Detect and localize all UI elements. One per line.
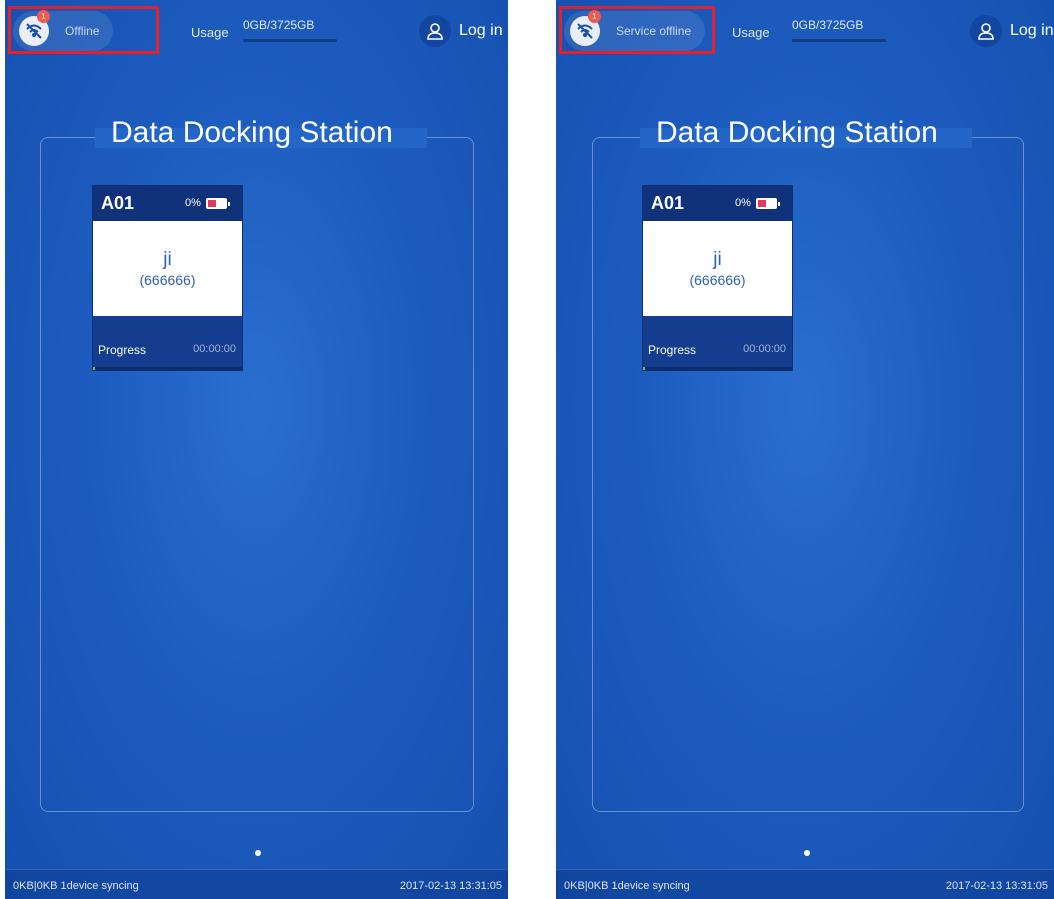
- highlight-box: [8, 6, 159, 54]
- login-label: Log in: [459, 22, 503, 39]
- battery-icon: [756, 198, 780, 209]
- usage-bar: [243, 39, 337, 42]
- battery-percent: 0%: [185, 197, 201, 209]
- highlight-box: [559, 6, 715, 54]
- progress-label: Progress: [648, 343, 697, 357]
- usage-label: Usage: [732, 25, 770, 40]
- device-user-code: (666666): [139, 271, 196, 288]
- sync-status: 0KB|0KB 1device syncing: [13, 880, 139, 892]
- device-user-code: (666666): [689, 271, 746, 288]
- login-label: Log in: [1010, 22, 1054, 39]
- battery-icon: [206, 198, 230, 209]
- status-footer: 0KB|0KB 1device syncing 2017-02-13 13:31…: [5, 869, 508, 899]
- battery-percent: 0%: [735, 197, 751, 209]
- progress-label: Progress: [98, 343, 147, 357]
- page-title: Data Docking Station: [656, 116, 938, 149]
- usage-value: 0GB/3725GB: [243, 18, 315, 32]
- progress-bar: [93, 367, 242, 370]
- usage-value: 0GB/3725GB: [792, 18, 864, 32]
- sync-status: 0KB|0KB 1device syncing: [564, 880, 690, 892]
- device-card[interactable]: A01 0% ji (666666) Progress 00:00:00: [92, 185, 243, 371]
- card-header: A01 0%: [643, 186, 792, 221]
- screen-left: 1 Offline Usage 0GB/3725GB Log in Data D…: [5, 0, 508, 899]
- card-body: ji (666666): [643, 221, 792, 326]
- status-footer: 0KB|0KB 1device syncing 2017-02-13 13:31…: [556, 869, 1054, 899]
- progress-time: 00:00:00: [743, 343, 786, 355]
- user-icon: [970, 15, 1002, 47]
- progress-bar: [643, 367, 792, 370]
- usage-bar: [792, 39, 886, 42]
- top-bar: 1 Service offline Usage 0GB/3725GB Log i…: [556, 0, 1054, 62]
- card-header: A01 0%: [93, 186, 242, 221]
- card-footer: Progress 00:00:00: [93, 316, 242, 370]
- usage-label: Usage: [191, 25, 229, 40]
- page-title: Data Docking Station: [111, 116, 393, 149]
- datetime: 2017-02-13 13:31:05: [399, 880, 502, 892]
- top-bar: 1 Offline Usage 0GB/3725GB Log in: [5, 0, 508, 62]
- device-id: A01: [651, 193, 685, 213]
- device-id: A01: [101, 193, 135, 213]
- user-icon: [419, 15, 451, 47]
- login-button[interactable]: Log in: [419, 15, 503, 47]
- page-indicator-dot[interactable]: [804, 850, 810, 856]
- page-indicator-dot[interactable]: [255, 850, 261, 856]
- card-body: ji (666666): [93, 221, 242, 326]
- datetime: 2017-02-13 13:31:05: [945, 880, 1048, 892]
- device-card[interactable]: A01 0% ji (666666) Progress 00:00:00: [642, 185, 793, 371]
- login-button[interactable]: Log in: [970, 15, 1054, 47]
- card-footer: Progress 00:00:00: [643, 316, 792, 370]
- device-user-name: ji: [713, 248, 722, 270]
- screen-right: 1 Service offline Usage 0GB/3725GB Log i…: [556, 0, 1054, 899]
- device-user-name: ji: [163, 248, 172, 270]
- progress-time: 00:00:00: [193, 343, 236, 355]
